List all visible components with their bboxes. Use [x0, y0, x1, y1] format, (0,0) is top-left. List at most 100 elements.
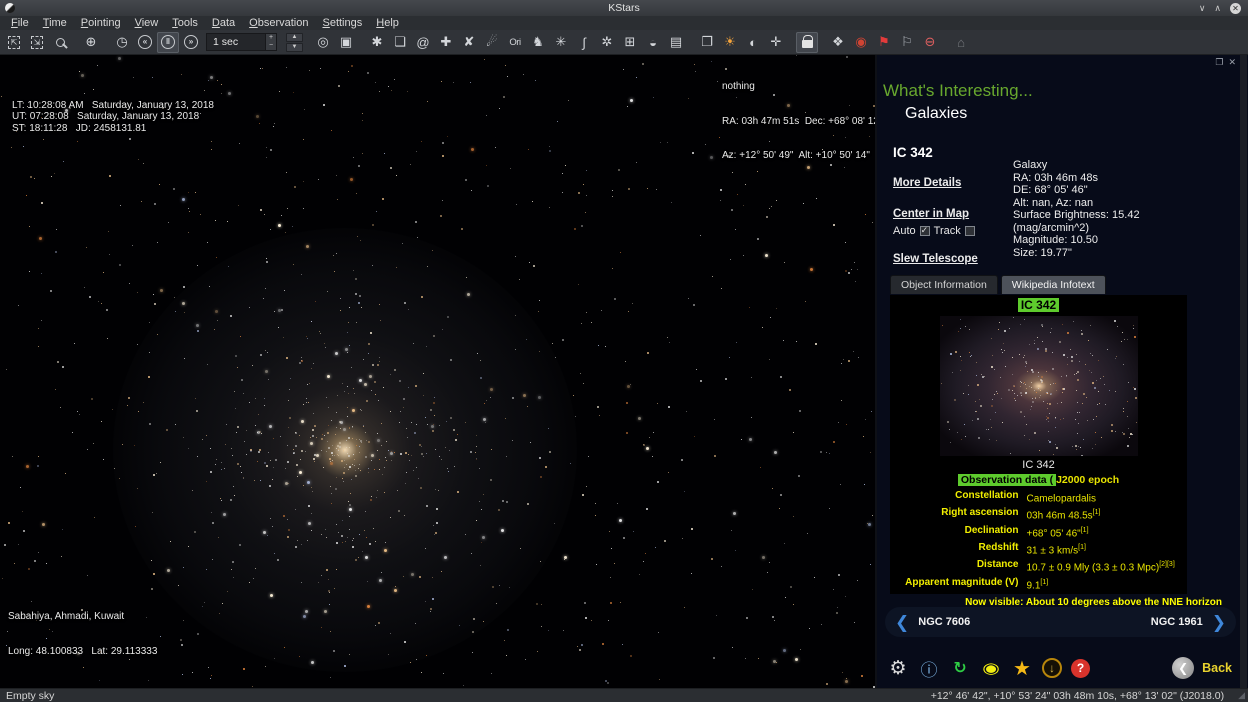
infobox-value: 31 ± 3 km/s[1]	[1027, 542, 1181, 556]
sky-map[interactable]: LT: 10:28:08 AM Saturday, January 13, 20…	[0, 55, 875, 688]
wiki-photo-stars	[940, 316, 1138, 456]
time-step-spinbox[interactable]: 1 sec + −	[206, 33, 277, 51]
menu-file[interactable]: File	[4, 16, 36, 30]
wiki-photo	[940, 316, 1138, 456]
visibility-eye-icon[interactable]: ◉	[976, 657, 1006, 679]
comets-toggle-icon[interactable]: ☄	[481, 32, 503, 53]
center-focus-icon[interactable]: ◎	[312, 32, 334, 53]
infobox-label: Declination	[897, 525, 1019, 539]
download-icon[interactable]: ↓	[1042, 658, 1062, 678]
resize-grip[interactable]: ◢	[1238, 690, 1245, 701]
menu-settings[interactable]: Settings	[315, 16, 369, 30]
panel-title: What's Interesting...	[883, 81, 1033, 101]
menu-data[interactable]: Data	[205, 16, 242, 30]
close-icon[interactable]: ✕	[1230, 3, 1241, 14]
menu-help[interactable]: Help	[369, 16, 406, 30]
time-pause-icon[interactable]: ‖	[157, 32, 179, 53]
horizon-toggle-icon[interactable]: ◒	[642, 32, 664, 53]
constellation-names-icon[interactable]: Ori	[504, 32, 526, 53]
summary-line: DE: 68° 05' 46"	[1013, 184, 1197, 197]
auto-checkbox[interactable]	[920, 226, 930, 236]
more-details-link[interactable]: More Details	[893, 177, 961, 189]
maximize-icon[interactable]: ∧	[1214, 3, 1221, 13]
help-icon[interactable]: ?	[1071, 659, 1090, 678]
observation-list-icon[interactable]: ❐	[696, 32, 718, 53]
milky-way-icon[interactable]: ∫	[573, 32, 595, 53]
time-step-increase-icon[interactable]: +	[266, 34, 276, 42]
time-step-forward-icon[interactable]: »	[180, 32, 202, 53]
kstars-window: KStars ∨ ∧ ✕ File Time Pointing View Too…	[0, 0, 1248, 702]
geolocation-icon[interactable]: ⊕	[80, 32, 102, 53]
panel-category: Galaxies	[905, 105, 967, 123]
menu-observation[interactable]: Observation	[242, 16, 315, 30]
telescope-center-icon[interactable]: ✛	[765, 32, 787, 53]
whats-interesting-icon[interactable]: ☀	[719, 32, 741, 53]
float-panel-icon[interactable]: ❐	[1215, 57, 1223, 68]
zoom-region-icon[interactable]: ⇲	[26, 32, 48, 53]
night-colors-icon[interactable]: ◐	[742, 32, 764, 53]
add-flag-icon[interactable]: ⚑	[873, 32, 895, 53]
close-panel-icon[interactable]: ✕	[1228, 57, 1236, 68]
find-object-icon[interactable]	[49, 32, 71, 53]
status-message: Empty sky	[6, 690, 54, 702]
ekos-icon[interactable]: ❖	[827, 32, 849, 53]
indi-record-icon[interactable]: ◉	[850, 32, 872, 53]
wiki-infobox: Observation data (J2000 epoch Constellat…	[897, 474, 1181, 594]
minimize-icon[interactable]: ∨	[1199, 3, 1206, 13]
bright-stars-toggle-icon[interactable]: ✚	[435, 32, 457, 53]
menu-view[interactable]: View	[128, 16, 166, 30]
info-boxes-icon[interactable]: ▤	[665, 32, 687, 53]
summary-line: Magnitude: 10.50	[1013, 234, 1197, 247]
time-step-value[interactable]: 1 sec	[206, 33, 266, 51]
next-object-icon[interactable]: ❯	[1212, 614, 1226, 631]
time-unit-up-icon[interactable]: ▲	[286, 33, 303, 42]
time-step-back-icon[interactable]: «	[134, 32, 156, 53]
wiki-title: IC 342	[1018, 298, 1059, 312]
infobox-label: Redshift	[897, 542, 1019, 556]
menu-time[interactable]: Time	[36, 16, 74, 30]
infobox-header: Observation data (	[958, 474, 1056, 486]
next-object-label[interactable]: NGC 1961	[1151, 616, 1203, 628]
panel-scrollbar[interactable]	[1240, 55, 1247, 688]
infobox-label: Constellation	[897, 490, 1019, 504]
time-unit-down-icon[interactable]: ▼	[286, 43, 303, 52]
settings-gear-icon[interactable]: ⚙	[887, 657, 909, 679]
tab-object-information[interactable]: Object Information	[890, 275, 998, 294]
wikipedia-infotext-view[interactable]: IC 342 IC 342 Observation data (J2000 ep…	[890, 295, 1187, 594]
time-info-box[interactable]: LT: 10:28:08 AM Saturday, January 13, 20…	[12, 65, 214, 134]
list-flags-icon[interactable]: ⚐	[896, 32, 918, 53]
constellation-art-icon[interactable]: ♞	[527, 32, 549, 53]
celestial-grid-icon[interactable]: ⊞	[619, 32, 641, 53]
deep-sky-toggle-icon[interactable]: ❏	[389, 32, 411, 53]
reload-icon[interactable]: ↻	[949, 657, 971, 679]
slew-telescope-link[interactable]: Slew Telescope	[893, 253, 978, 265]
constellation-lines-icon[interactable]: ✳	[550, 32, 572, 53]
constellation-boundaries-icon[interactable]: ✲	[596, 32, 618, 53]
satellites-toggle-icon[interactable]: ✘	[458, 32, 480, 53]
focus-info-box[interactable]: nothing RA: 03h 47m 51s Dec: +68° 08' 12…	[722, 58, 875, 185]
infobox-value: 03h 46m 48.5s[1]	[1027, 507, 1181, 521]
track-checkbox[interactable]	[965, 226, 975, 236]
set-time-icon[interactable]: ◷	[111, 32, 133, 53]
stars-toggle-icon[interactable]: ✱	[366, 32, 388, 53]
object-nav: ❮ NGC 7606 NGC 1961 ❯	[885, 607, 1236, 637]
tab-wikipedia-infotext[interactable]: Wikipedia Infotext	[1001, 275, 1106, 294]
time-step-decrease-icon[interactable]: −	[266, 42, 276, 50]
prev-object-label[interactable]: NGC 7606	[918, 616, 970, 628]
object-details-icon[interactable]: ⓘ	[918, 657, 940, 679]
favorite-star-icon[interactable]: ★	[1011, 657, 1033, 679]
center-in-map-link[interactable]: Center in Map	[893, 208, 969, 220]
prev-object-icon[interactable]: ❮	[895, 614, 909, 631]
menu-pointing[interactable]: Pointing	[74, 16, 128, 30]
lock-position-icon[interactable]	[796, 32, 818, 53]
summary-line: Alt: nan, Az: nan	[1013, 197, 1197, 210]
sky-image-icon[interactable]: ▣	[335, 32, 357, 53]
pan-mode-icon[interactable]: ⇱	[3, 32, 25, 53]
menu-tools[interactable]: Tools	[165, 16, 205, 30]
solar-system-toggle-icon[interactable]: @	[412, 32, 434, 53]
back-button[interactable]: ❮ Back	[1172, 657, 1232, 679]
disconnect-icon[interactable]: ⊖	[919, 32, 941, 53]
location-info-box[interactable]: Sabahiya, Ahmadi, Kuwait Long: 48.100833…	[8, 588, 157, 680]
panel-actions: ⚙ ⓘ ↻ ◉ ★ ↓ ? ❮ Back	[887, 651, 1232, 685]
dome-icon[interactable]: ⌂	[950, 32, 972, 53]
